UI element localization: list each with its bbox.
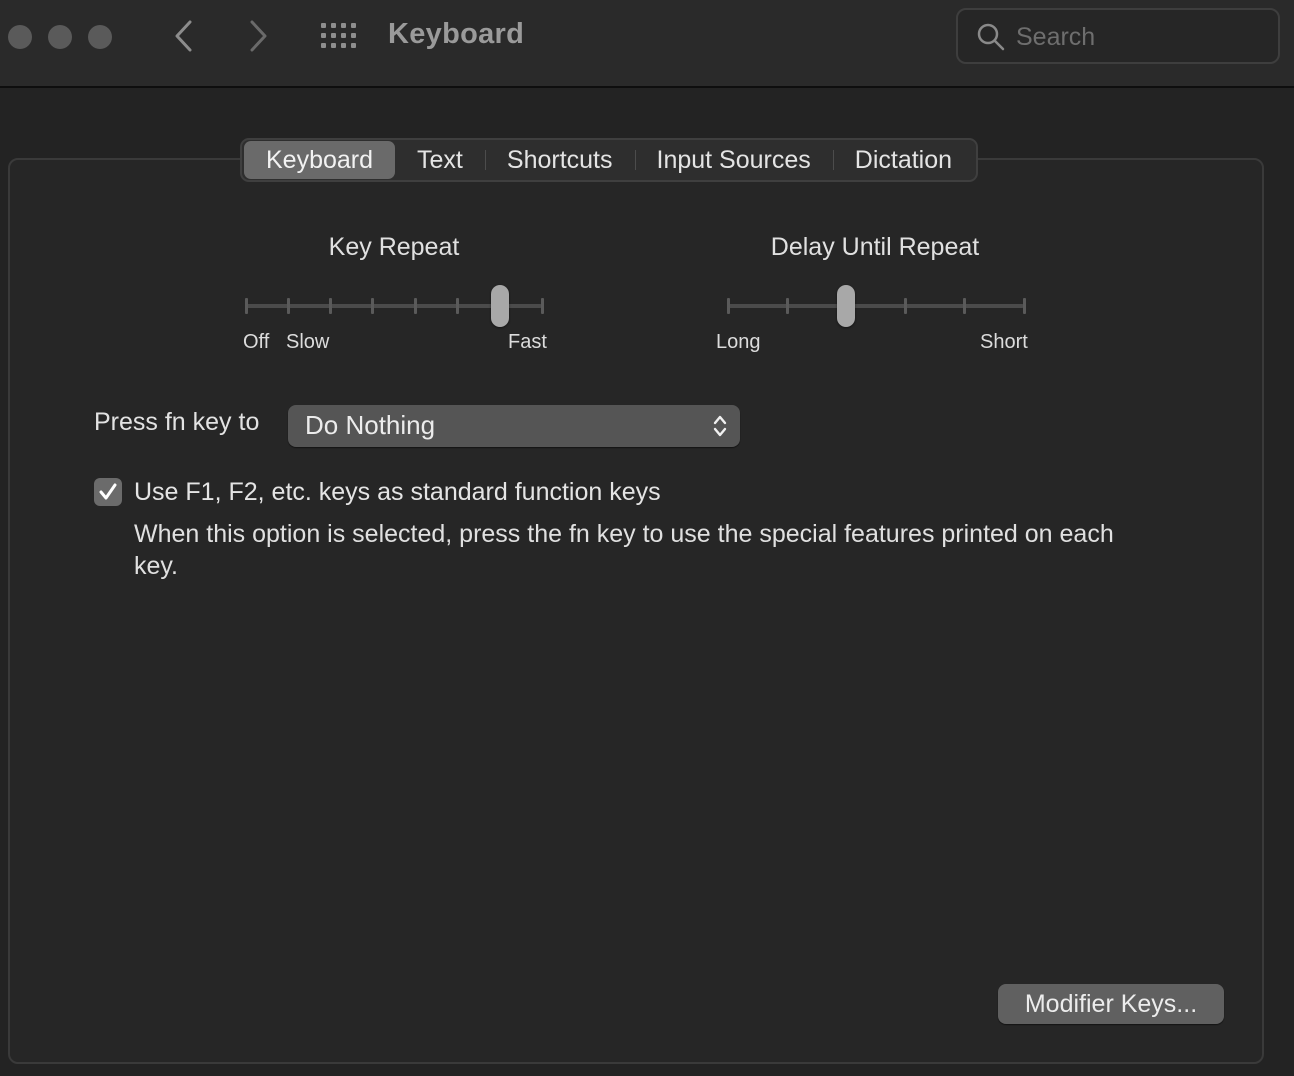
close-window-button[interactable] bbox=[8, 25, 32, 49]
delay-short-label: Short bbox=[980, 331, 1028, 353]
key-repeat-title: Key Repeat bbox=[328, 233, 460, 261]
minimize-window-button[interactable] bbox=[48, 25, 72, 49]
keyboard-panel bbox=[8, 158, 1264, 1064]
key-repeat-tick bbox=[455, 298, 459, 314]
function-keys-description: When this option is selected, press the … bbox=[134, 520, 1114, 580]
tab-dictation[interactable]: Dictation bbox=[832, 141, 974, 179]
function-keys-label: Use F1, F2, etc. keys as standard functi… bbox=[134, 478, 661, 506]
delay-long-label: Long bbox=[716, 331, 761, 353]
show-all-button[interactable] bbox=[318, 20, 360, 52]
fn-key-popup[interactable]: Do Nothing bbox=[288, 405, 740, 447]
tab-text[interactable]: Text bbox=[395, 141, 485, 179]
search-field[interactable] bbox=[956, 8, 1280, 64]
tab-keyboard[interactable]: Keyboard bbox=[244, 141, 396, 179]
delay-until-repeat-tick bbox=[963, 298, 967, 314]
delay-until-repeat-title: Delay Until Repeat bbox=[770, 233, 980, 261]
key-repeat-tick bbox=[371, 298, 375, 314]
tab-bar: Keyboard Text Shortcuts Input Sources Di… bbox=[240, 138, 979, 182]
tab-shortcuts[interactable]: Shortcuts bbox=[484, 141, 635, 179]
zoom-window-button[interactable] bbox=[88, 25, 112, 49]
chevron-right-icon bbox=[250, 20, 267, 52]
back-button[interactable] bbox=[166, 18, 202, 54]
checkmark-icon bbox=[99, 483, 117, 500]
title-bar: Keyboard bbox=[0, 0, 1294, 88]
delay-until-repeat-track[interactable] bbox=[728, 304, 1024, 308]
tab-input-sources[interactable]: Input Sources bbox=[634, 141, 833, 179]
fn-key-label: Press fn key to bbox=[94, 408, 260, 436]
modifier-keys-button[interactable]: Modifier Keys... bbox=[998, 984, 1224, 1024]
window-title: Keyboard bbox=[388, 18, 525, 50]
search-icon bbox=[977, 23, 1005, 51]
key-repeat-tick bbox=[286, 298, 290, 314]
delay-until-repeat-tick bbox=[785, 298, 789, 314]
grid-icon bbox=[321, 23, 356, 48]
delay-until-repeat-tick bbox=[1022, 298, 1026, 314]
key-repeat-fast-label: Fast bbox=[508, 331, 547, 353]
delay-until-repeat-tick bbox=[904, 298, 908, 314]
key-repeat-slow-label: Slow bbox=[286, 331, 330, 353]
fn-key-selected-value: Do Nothing bbox=[305, 410, 436, 440]
forward-button[interactable] bbox=[240, 18, 276, 54]
key-repeat-tick bbox=[244, 298, 248, 314]
up-down-chevron-icon bbox=[713, 415, 727, 437]
key-repeat-tick bbox=[540, 298, 544, 314]
key-repeat-tick bbox=[329, 298, 333, 314]
function-keys-checkbox[interactable] bbox=[94, 478, 122, 506]
key-repeat-off-label: Off bbox=[243, 331, 270, 353]
key-repeat-tick bbox=[413, 298, 417, 314]
chevron-left-icon bbox=[175, 20, 192, 52]
search-input[interactable] bbox=[1016, 19, 1266, 55]
key-repeat-knob[interactable] bbox=[490, 285, 509, 327]
delay-until-repeat-knob[interactable] bbox=[837, 285, 856, 327]
delay-until-repeat-tick bbox=[726, 298, 730, 314]
